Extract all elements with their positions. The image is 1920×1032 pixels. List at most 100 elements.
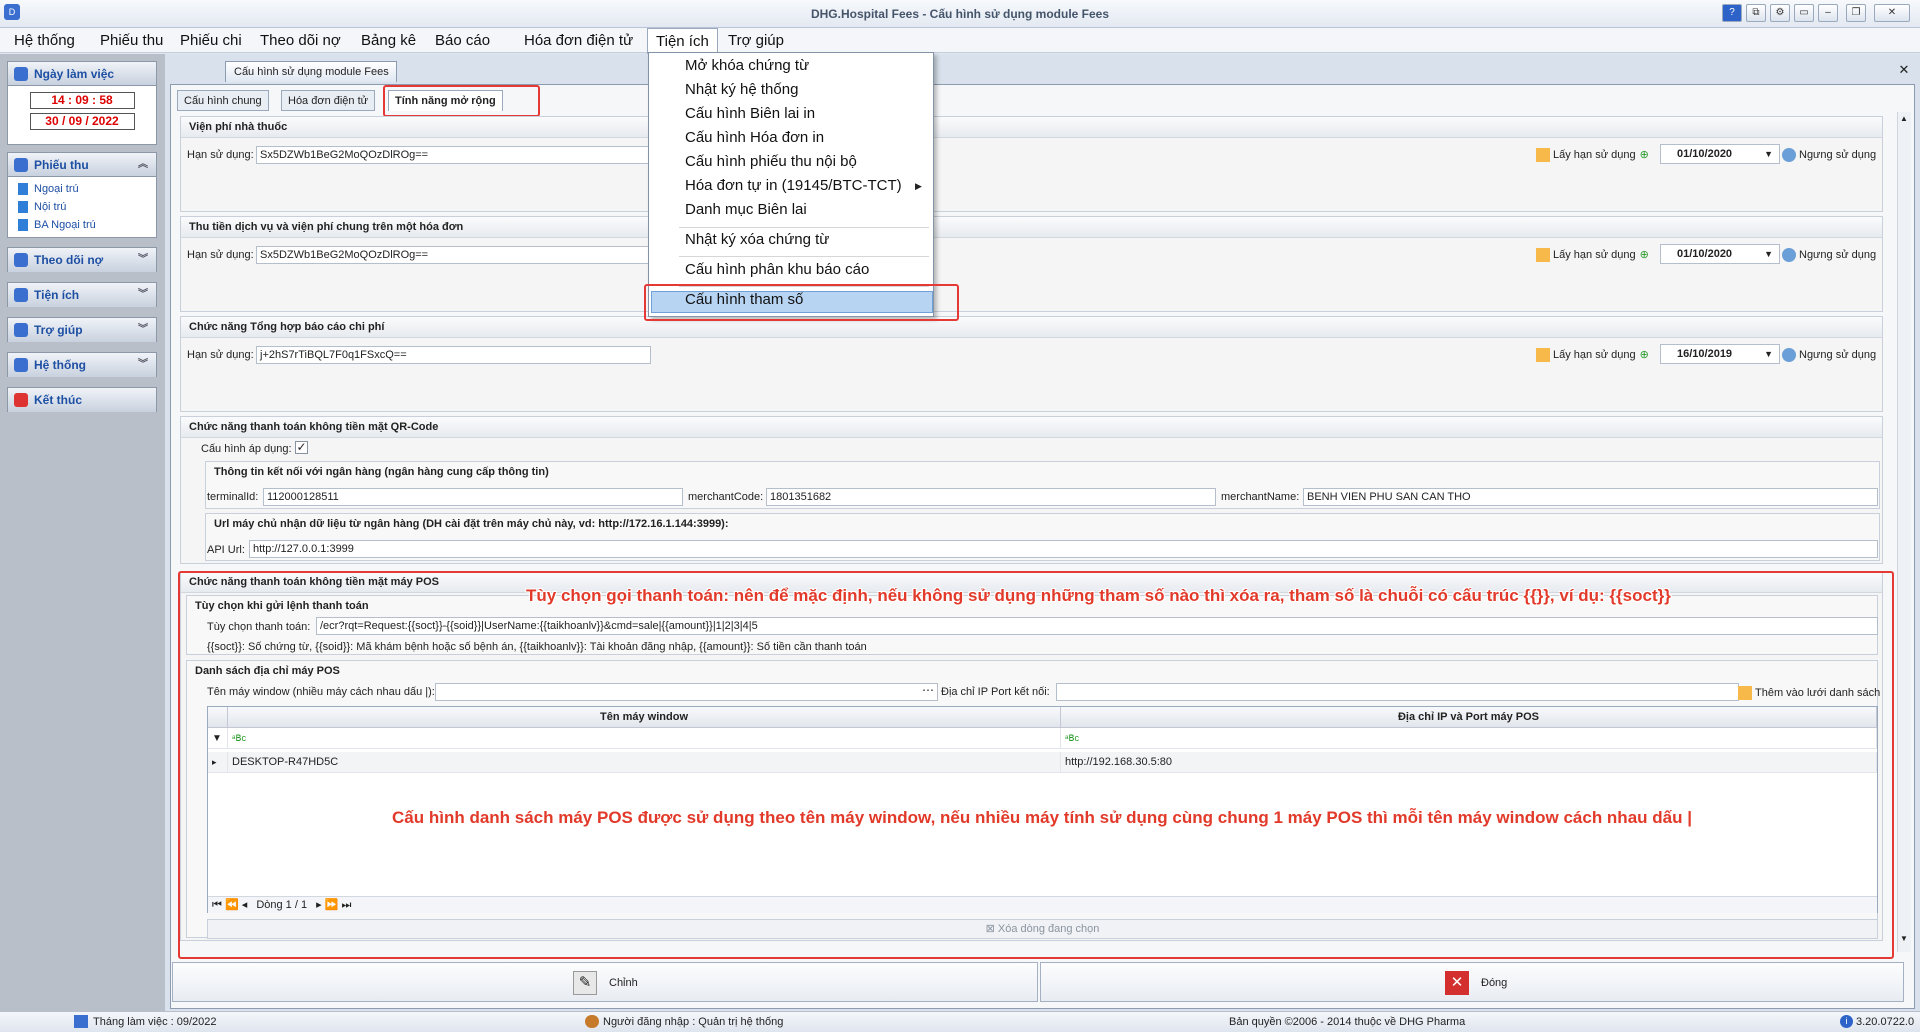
collapse-icon[interactable]: ︽ [138, 153, 148, 177]
add-icon: ⊕ [1639, 249, 1649, 261]
tab-hoa-don-dien-tu[interactable]: Hóa đơn điện tử [281, 90, 376, 111]
menu-theo-doi-no[interactable]: Theo dõi nợ [260, 32, 341, 49]
calendar-icon [1536, 348, 1550, 363]
nav-label: Theo dõi nợ [34, 253, 104, 267]
menuitem-mo-khoa-chung-tu[interactable]: Mở khóa chứng từ [685, 57, 809, 74]
nav-item-label: Nội trú [34, 201, 67, 213]
nav-label: Hệ thống [34, 358, 86, 372]
close-icon: ✕ [1445, 971, 1469, 995]
scroll-down-icon[interactable]: ▼ [1900, 934, 1908, 943]
group-title: Chức năng Tổng hợp báo cáo chi phí [181, 317, 1882, 338]
highlight-box-tab [383, 85, 540, 117]
menuitem-hoa-don-tu-in[interactable]: Hóa đơn tự in (19145/BTC-TCT) [685, 177, 902, 194]
date-display: 30 / 09 / 2022 [29, 113, 135, 130]
license-key-field[interactable]: j+2hS7rTiBQL7F0q1FSxcQ== [256, 346, 651, 364]
nav-ket-thuc[interactable]: Kết thúc [7, 387, 157, 412]
help-icon[interactable]: ? [1722, 4, 1742, 22]
ngung-button[interactable]: Ngưng sử dụng [1782, 348, 1876, 362]
exit-icon [14, 393, 28, 407]
menu-tro-giup[interactable]: Trợ giúp [728, 32, 784, 49]
date-picker[interactable]: 01/10/2020 ▼ [1660, 244, 1780, 264]
group-vien-phi-nha-thuoc: Viện phí nhà thuốc [180, 116, 1883, 212]
document-tab[interactable]: Cấu hình sử dụng module Fees [225, 61, 397, 82]
menu-phieu-chi[interactable]: Phiếu chi [180, 32, 242, 49]
close-icon[interactable]: ✕ [1896, 62, 1912, 78]
date-picker[interactable]: 01/10/2020 ▼ [1660, 144, 1780, 164]
status-month: Tháng làm việc : 09/2022 [93, 1016, 217, 1028]
menu-he-thong[interactable]: Hệ thống [14, 32, 75, 49]
license-key-field[interactable]: Sx5DZWb1BeG2MoQOzDlROg== [256, 246, 651, 264]
apply-checkbox[interactable]: ✓ [295, 441, 308, 454]
help-icon [14, 323, 28, 337]
menu-bao-cao[interactable]: Báo cáo [435, 32, 490, 49]
merchant-name-field[interactable]: BENH VIEN PHU SAN CAN THO [1303, 488, 1878, 506]
menu-phieu-thu[interactable]: Phiếu thu [100, 32, 163, 49]
info-icon: i [1840, 1015, 1853, 1028]
menu-bang-ke[interactable]: Bảng kê [361, 32, 416, 49]
nav-he-thong[interactable]: Hệ thống ︾ [7, 352, 157, 377]
vertical-scrollbar[interactable]: ▲ ▼ [1897, 112, 1911, 952]
menuitem-cau-hinh-hoa-don-in[interactable]: Cấu hình Hóa đơn in [685, 129, 824, 146]
merchant-name-label: merchantName: [1221, 491, 1300, 503]
settings-icon[interactable]: ⚙ [1770, 4, 1790, 22]
close-button[interactable]: ✕ Đóng [1040, 962, 1904, 1002]
annotation-top: Tùy chọn gọi thanh toán: nên để mặc định… [526, 586, 1671, 605]
calendar-icon [14, 67, 28, 81]
window-title: DHG.Hospital Fees - Cấu hình sử dụng mod… [810, 7, 1110, 21]
screen-icon[interactable]: ▭ [1794, 4, 1814, 22]
highlight-box-pos [178, 571, 1894, 959]
gear-icon [14, 358, 28, 372]
nav-tien-ich[interactable]: Tiện ích ︾ [7, 282, 157, 307]
nav-item-ba-ngoai-tru[interactable]: BA Ngoại trú [8, 216, 156, 234]
stop-icon [1782, 348, 1796, 362]
nav-item-noi-tru[interactable]: Nội trú [8, 198, 156, 216]
menuitem-nhat-ky-he-thong[interactable]: Nhật ký hệ thống [685, 81, 798, 98]
lay-han-button[interactable]: Lấy hạn sử dụng ⊕ [1536, 348, 1649, 363]
terminal-id-field[interactable]: 112000128511 [263, 488, 683, 506]
menuitem-cau-hinh-bien-lai-in[interactable]: Cấu hình Biên lai in [685, 105, 815, 122]
submenu-arrow-icon: ▶ [915, 181, 922, 191]
lay-han-button[interactable]: Lấy hạn sử dụng ⊕ [1536, 248, 1649, 263]
status-user: Người đăng nhập : Quản trị hệ thống [603, 1016, 784, 1028]
minimize-button[interactable]: – [1818, 4, 1838, 22]
menu-hoa-don-dien-tu[interactable]: Hóa đơn điện tử [524, 32, 633, 49]
tien-ich-dropdown: Mở khóa chứng từ Nhật ký hệ thống Cấu hì… [648, 52, 934, 317]
status-version: 3.20.0722.0 [1856, 1016, 1915, 1028]
ngung-button[interactable]: Ngưng sử dụng [1782, 248, 1876, 262]
han-su-dung-label: Hạn sử dụng: [187, 149, 254, 161]
highlight-box-menuitem [644, 284, 959, 321]
menuitem-cau-hinh-phan-khu-bao-cao[interactable]: Cấu hình phân khu báo cáo [685, 261, 869, 278]
han-su-dung-label: Hạn sử dụng: [187, 249, 254, 261]
license-key-field[interactable]: Sx5DZWb1BeG2MoQOzDlROg== [256, 146, 651, 164]
window-switch-icon[interactable]: ⧉ [1746, 4, 1766, 22]
calendar-icon [74, 1015, 88, 1028]
scroll-up-icon[interactable]: ▲ [1900, 114, 1908, 123]
nav-label: Kết thúc [34, 393, 82, 407]
api-url-field[interactable]: http://127.0.0.1:3999 [249, 540, 1878, 558]
lay-han-label: Lấy hạn sử dụng [1553, 349, 1636, 361]
menuitem-cau-hinh-phieu-thu-noi-bo[interactable]: Cấu hình phiếu thu nội bộ [685, 153, 857, 170]
stop-icon [1782, 148, 1796, 162]
close-window-button[interactable]: ✕ [1874, 4, 1910, 22]
date-picker[interactable]: 16/10/2019 ▼ [1660, 344, 1780, 364]
nav-tro-giup[interactable]: Trợ giúp ︾ [7, 317, 157, 342]
phieuthu-header[interactable]: Phiếu thu ︽ [8, 153, 156, 177]
menuitem-nhat-ky-xoa-chung-tu[interactable]: Nhật ký xóa chứng từ [685, 231, 829, 248]
menu-tien-ich[interactable]: Tiện ích [647, 28, 718, 54]
tab-cau-hinh-chung[interactable]: Cấu hình chung [177, 90, 269, 111]
maximize-button[interactable]: ❐ [1846, 4, 1866, 22]
api-url-label: API Url: [207, 544, 245, 556]
edit-button[interactable]: ✎ Chỉnh [172, 962, 1038, 1002]
lay-han-label: Lấy hạn sử dụng [1553, 149, 1636, 161]
merchant-code-field[interactable]: 1801351682 [766, 488, 1216, 506]
ngung-button[interactable]: Ngưng sử dụng [1782, 148, 1876, 162]
nav-theo-doi-no[interactable]: Theo dõi nợ ︾ [7, 247, 157, 272]
dropdown-arrow-icon: ▼ [1764, 249, 1773, 259]
title-bar: D DHG.Hospital Fees - Cấu hình sử dụng m… [0, 0, 1920, 28]
menuitem-danh-muc-bien-lai[interactable]: Danh mục Biên lai [685, 201, 807, 218]
nav-item-ngoai-tru[interactable]: Ngoại trú [8, 180, 156, 198]
group-title: Thu tiền dịch vụ và viện phí chung trên … [181, 217, 1882, 238]
group-title: Viện phí nhà thuốc [181, 117, 1882, 138]
lay-han-button[interactable]: Lấy hạn sử dụng ⊕ [1536, 148, 1649, 163]
nav-item-label: BA Ngoại trú [34, 219, 96, 231]
